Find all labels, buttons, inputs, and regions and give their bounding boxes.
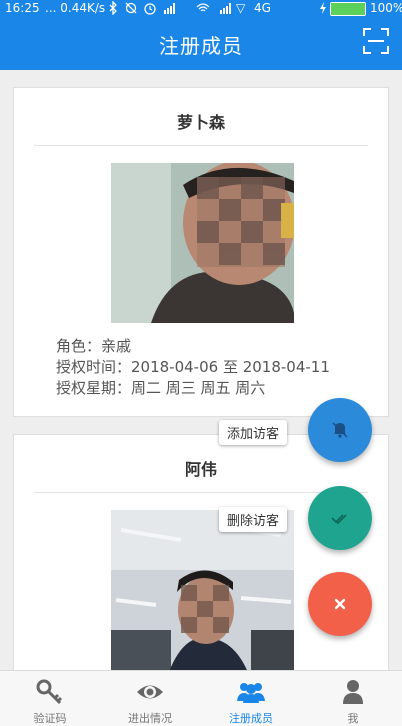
signal-icon-2 [220, 3, 231, 14]
nav-item-verify-code[interactable]: 验证码 [0, 671, 100, 726]
battery-label: 100% [370, 1, 402, 15]
close-icon [334, 598, 346, 610]
card-divider [34, 145, 368, 146]
member-auth-time: 授权时间：2018-04-06 至 2018-04-11 [56, 358, 330, 376]
double-check-icon [331, 514, 347, 525]
mute-fab-button[interactable] [308, 398, 372, 462]
nav-label: 注册成员 [229, 712, 273, 725]
sync-off-icon [125, 2, 137, 14]
charging-icon [320, 2, 326, 14]
member-card[interactable]: 阿伟 [13, 434, 389, 694]
person-icon [343, 680, 363, 704]
nfc-icon: ▽ [236, 1, 246, 15]
status-bar: 16:25 ... 0.44K/s ▽ 4G 100% [0, 0, 402, 18]
member-role: 角色：亲戚 [56, 337, 132, 355]
group-icon [237, 683, 265, 703]
signal-icon [164, 3, 175, 14]
member-auth-weekdays: 授权星期：周二 周三 周五 周六 [56, 379, 266, 397]
nav-item-members[interactable]: 注册成员 [201, 671, 301, 726]
eye-icon [137, 685, 163, 699]
confirm-fab-button[interactable] [308, 486, 372, 550]
nav-label: 验证码 [33, 712, 67, 725]
app-bar: 注册成员 [0, 18, 402, 70]
bell-off-icon [332, 422, 348, 438]
nav-label: 进出情况 [128, 712, 172, 725]
battery-fill [331, 3, 365, 15]
member-card[interactable]: 萝卜森 角色：亲戚 授权时间：2018-04-06 至 2018-04-11 授… [13, 87, 389, 417]
status-time: 16:25 [5, 1, 40, 15]
member-photo [111, 163, 294, 323]
scan-icon[interactable] [362, 27, 390, 55]
bottom-nav: 验证码 进出情况 注册成员 我 [0, 670, 402, 726]
alarm-icon [144, 3, 156, 15]
close-fab-button[interactable] [308, 572, 372, 636]
wifi-icon [196, 3, 210, 12]
network-speed: ... 0.44K/s [45, 1, 106, 15]
bluetooth-icon [109, 1, 117, 15]
delete-visitor-label[interactable]: 删除访客 [219, 507, 288, 532]
battery-indicator [330, 2, 366, 16]
member-name: 萝卜森 [176, 113, 225, 132]
nav-item-access-log[interactable]: 进出情况 [100, 671, 200, 726]
nav-label: 我 [347, 712, 359, 725]
network-type: 4G [254, 1, 271, 15]
add-visitor-label[interactable]: 添加访客 [219, 420, 288, 445]
page-title: 注册成员 [159, 34, 243, 58]
key-icon [36, 679, 63, 705]
member-photo [111, 510, 294, 680]
member-info: 角色：亲戚 授权时间：2018-04-06 至 2018-04-11 授权星期：… [56, 336, 330, 399]
nav-item-me[interactable]: 我 [303, 671, 402, 726]
